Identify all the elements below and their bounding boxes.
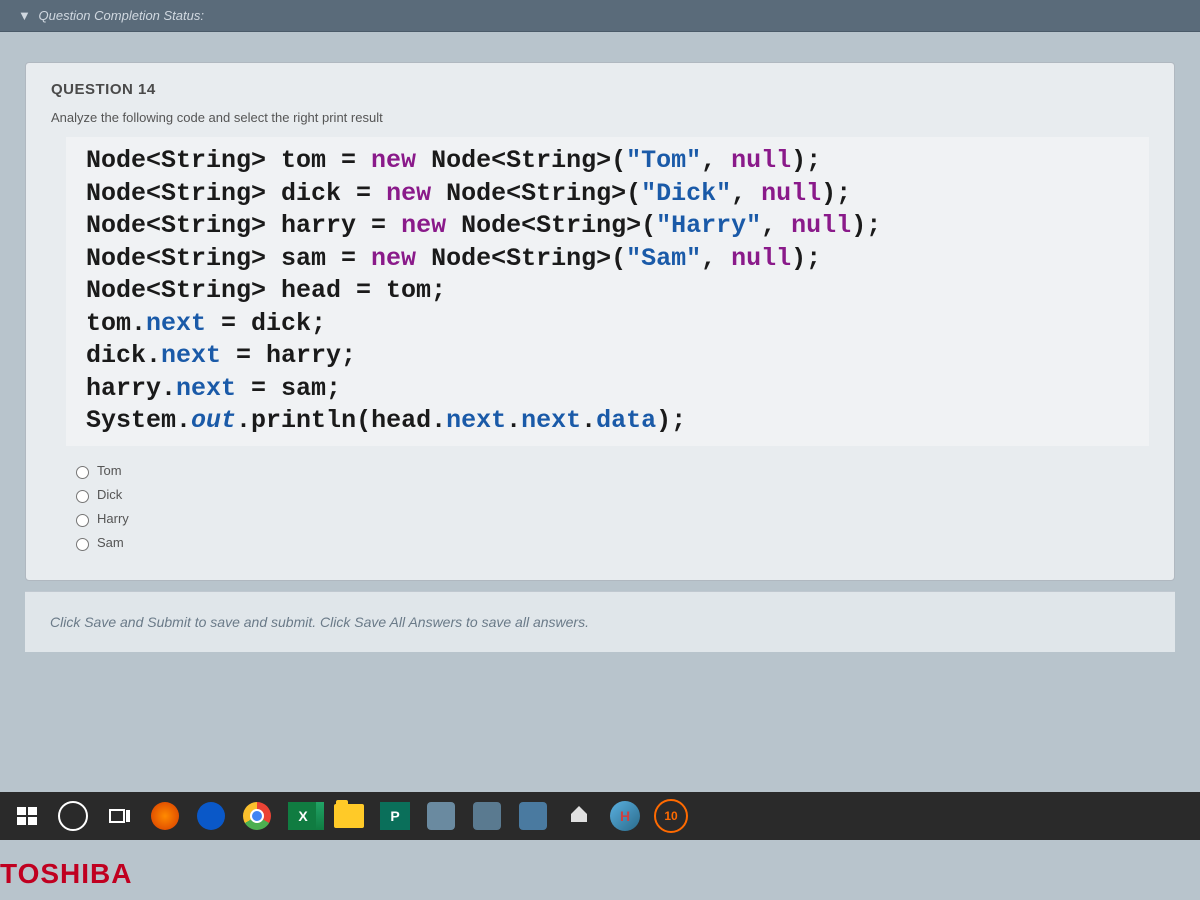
task-view-icon[interactable]: [102, 799, 136, 833]
status-text: Question Completion Status:: [39, 8, 204, 23]
question-number: QUESTION 14: [26, 63, 1174, 106]
file-explorer-icon[interactable]: [332, 799, 366, 833]
radio-harry[interactable]: [76, 514, 89, 527]
cortana-icon[interactable]: [56, 799, 90, 833]
option-tom[interactable]: Tom: [71, 459, 1149, 483]
radio-sam[interactable]: [76, 538, 89, 551]
status-bar: ▼ Question Completion Status:: [0, 0, 1200, 32]
taskbar: X P H 10: [0, 792, 1200, 840]
chevron-down-icon[interactable]: ▼: [18, 8, 31, 23]
option-label: Tom: [97, 463, 122, 478]
option-sam[interactable]: Sam: [71, 531, 1149, 555]
radio-tom[interactable]: [76, 466, 89, 479]
option-label: Sam: [97, 535, 124, 550]
notification-badge[interactable]: 10: [654, 799, 688, 833]
app-icon[interactable]: [148, 799, 182, 833]
option-dick[interactable]: Dick: [71, 483, 1149, 507]
app-icon-h[interactable]: H: [608, 799, 642, 833]
publisher-icon[interactable]: P: [378, 799, 412, 833]
app-icon-4[interactable]: [516, 799, 550, 833]
excel-icon[interactable]: X: [286, 799, 320, 833]
brand-logo: TOSHIBA: [0, 858, 133, 890]
code-block: Node<String> tom = new Node<String>("Tom…: [66, 137, 1149, 446]
edge-icon[interactable]: [194, 799, 228, 833]
question-prompt: Analyze the following code and select th…: [26, 106, 1174, 137]
chrome-icon[interactable]: [240, 799, 274, 833]
start-icon[interactable]: [10, 799, 44, 833]
app-icon-2[interactable]: [424, 799, 458, 833]
answer-options: Tom Dick Harry Sam: [26, 454, 1174, 580]
app-icon-3[interactable]: [470, 799, 504, 833]
radio-dick[interactable]: [76, 490, 89, 503]
option-harry[interactable]: Harry: [71, 507, 1149, 531]
option-label: Harry: [97, 511, 129, 526]
footer-hint: Click Save and Submit to save and submit…: [25, 591, 1175, 652]
app-icon-5[interactable]: [562, 799, 596, 833]
option-label: Dick: [97, 487, 122, 502]
question-block: QUESTION 14 Analyze the following code a…: [25, 62, 1175, 581]
